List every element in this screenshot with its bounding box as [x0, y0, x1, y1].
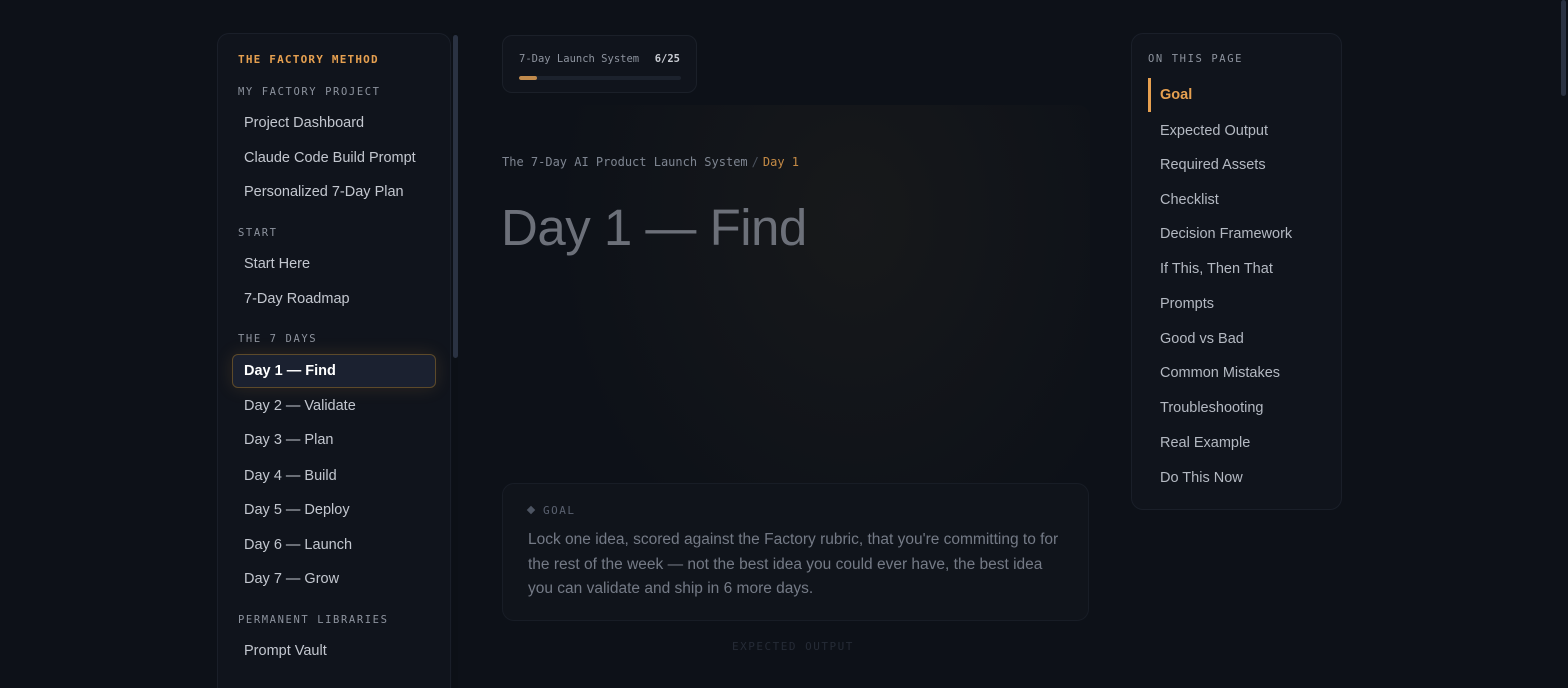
progress-label: 7-Day Launch System: [519, 53, 640, 65]
sidebar-item-prompt-vault[interactable]: Prompt Vault: [232, 634, 436, 668]
sidebar-section-start: START: [238, 227, 278, 239]
toc-item-checklist[interactable]: Checklist: [1148, 183, 1219, 217]
sidebar-item-start-here[interactable]: Start Here: [232, 247, 436, 281]
sidebar-item-day-5-deploy[interactable]: Day 5 — Deploy: [232, 493, 436, 527]
progress-bar-fill: [519, 76, 537, 80]
sidebar-nav: THE FACTORY METHOD MY FACTORY PROJECT Pr…: [217, 33, 451, 688]
sidebar-item-day-2-validate[interactable]: Day 2 — Validate: [232, 389, 436, 423]
toc-item-do-this-now[interactable]: Do This Now: [1148, 461, 1243, 495]
progress-card: 7-Day Launch System 6/25: [502, 35, 697, 93]
toc-item-goal[interactable]: Goal: [1148, 78, 1192, 112]
table-of-contents: ON THIS PAGE Goal Expected Output Requir…: [1131, 33, 1342, 510]
toc-item-troubleshooting[interactable]: Troubleshooting: [1148, 391, 1263, 425]
toc-item-common-mistakes[interactable]: Common Mistakes: [1148, 356, 1280, 390]
sidebar-section-permanent-libraries: PERMANENT LIBRARIES: [238, 614, 389, 626]
goal-heading: GOAL: [526, 504, 576, 517]
sidebar-item-personalized-7-day-plan[interactable]: Personalized 7-Day Plan: [232, 175, 436, 209]
toc-item-good-vs-bad[interactable]: Good vs Bad: [1148, 322, 1244, 356]
sidebar-item-day-6-launch[interactable]: Day 6 — Launch: [232, 528, 436, 562]
toc-item-decision-framework[interactable]: Decision Framework: [1148, 217, 1292, 251]
toc-item-if-this-then-that[interactable]: If This, Then That: [1148, 252, 1273, 286]
toc-item-required-assets[interactable]: Required Assets: [1148, 148, 1266, 182]
sidebar-item-day-7-grow[interactable]: Day 7 — Grow: [232, 562, 436, 596]
sidebar-scrollbar-thumb[interactable]: [453, 35, 458, 358]
breadcrumb-current: Day 1: [762, 155, 799, 169]
toc-item-prompts[interactable]: Prompts: [1148, 287, 1214, 321]
diamond-icon: [526, 505, 536, 515]
goal-card: GOAL Lock one idea, scored against the F…: [502, 483, 1089, 621]
page-scrollbar-thumb[interactable]: [1561, 0, 1566, 96]
sidebar-section-my-factory-project: MY FACTORY PROJECT: [238, 86, 381, 98]
breadcrumb: The 7-Day AI Product Launch System / Day 1: [502, 155, 799, 169]
sidebar-brand: THE FACTORY METHOD: [238, 53, 379, 66]
sidebar-item-day-4-build[interactable]: Day 4 — Build: [232, 459, 436, 493]
toc-heading: ON THIS PAGE: [1148, 53, 1244, 65]
sidebar-section-the-7-days: THE 7 DAYS: [238, 333, 318, 345]
breadcrumb-separator: /: [751, 155, 759, 169]
sidebar-item-claude-code-build-prompt[interactable]: Claude Code Build Prompt: [232, 141, 436, 175]
toc-item-expected-output[interactable]: Expected Output: [1148, 114, 1268, 148]
sidebar-item-project-dashboard[interactable]: Project Dashboard: [232, 106, 436, 140]
goal-text: Lock one idea, scored against the Factor…: [528, 531, 1059, 597]
sidebar-item-day-3-plan[interactable]: Day 3 — Plan: [232, 423, 436, 457]
sidebar-item-7-day-roadmap[interactable]: 7-Day Roadmap: [232, 282, 436, 316]
expected-output-heading: EXPECTED OUTPUT: [732, 640, 854, 653]
progress-bar: [519, 76, 681, 80]
breadcrumb-parent-link[interactable]: The 7-Day AI Product Launch System: [502, 155, 748, 169]
progress-count: 6/25: [654, 53, 680, 65]
goal-heading-label: GOAL: [543, 504, 576, 517]
sidebar-item-day-1-find[interactable]: Day 1 — Find: [232, 354, 436, 388]
page-title: Day 1 — Find: [501, 199, 807, 256]
toc-item-real-example[interactable]: Real Example: [1148, 426, 1250, 460]
